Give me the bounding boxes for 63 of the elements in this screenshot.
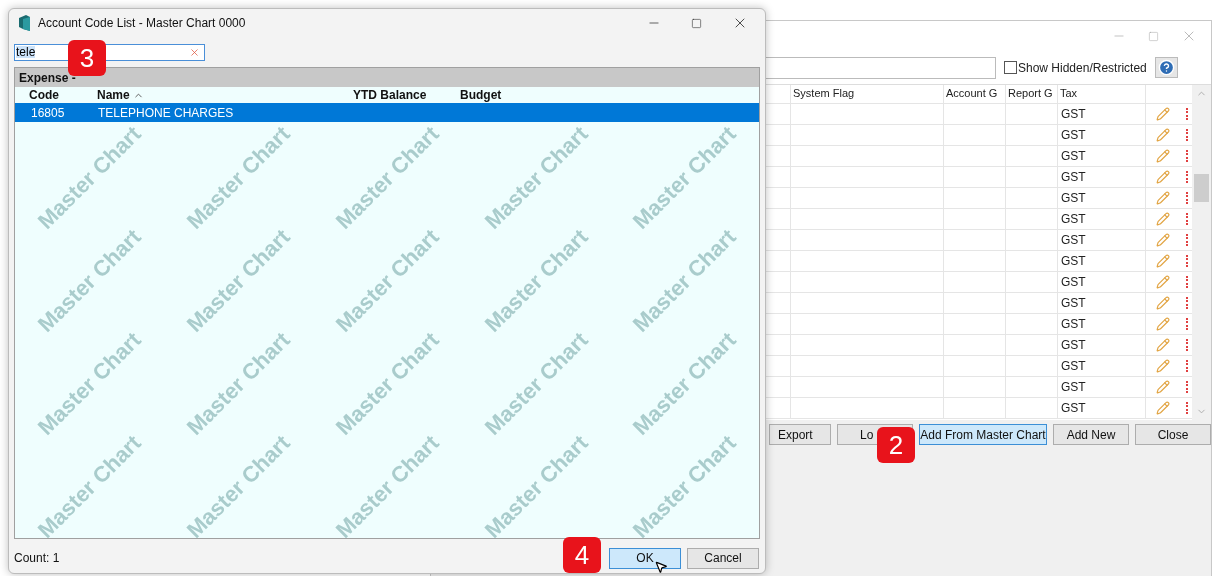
dialog-button[interactable]: OK xyxy=(609,547,681,569)
column-header[interactable]: Code xyxy=(29,86,59,104)
column-header[interactable]: Tax xyxy=(1058,85,1146,103)
pencil-icon[interactable] xyxy=(1156,233,1170,247)
dialog-button[interactable]: Cancel xyxy=(687,547,759,569)
step-tooltip: 3 xyxy=(68,40,106,76)
pencil-icon[interactable] xyxy=(1156,212,1170,226)
pencil-icon[interactable] xyxy=(1156,317,1170,331)
tax-cell-text: GST xyxy=(1061,295,1086,312)
pencil-icon[interactable] xyxy=(1156,296,1170,310)
dialog-button[interactable]: Add New xyxy=(1053,424,1129,445)
tax-cell-text: GST xyxy=(1061,379,1086,396)
tax-cell-text: GST xyxy=(1061,400,1086,417)
list-row[interactable]: 16805 TELEPHONE CHARGES xyxy=(15,103,759,122)
step-tooltip: 4 xyxy=(563,537,601,573)
tax-cell-text: GST xyxy=(1061,232,1086,249)
maximize-icon[interactable] xyxy=(1148,30,1159,42)
column-header[interactable]: YTD Balance xyxy=(353,86,427,104)
count-label: Count: 1 xyxy=(14,550,60,567)
scroll-thumb[interactable] xyxy=(1194,173,1209,202)
code-cell-text: 16805 xyxy=(30,104,66,122)
tax-cell-text: GST xyxy=(1061,127,1086,144)
checkbox-label: Show Hidden/Restricted xyxy=(1018,59,1147,77)
column-header[interactable]: Report G xyxy=(1006,85,1058,103)
pencil-icon[interactable] xyxy=(1156,107,1170,121)
tax-cell-text: GST xyxy=(1061,358,1086,375)
tax-cell-text: GST xyxy=(1061,148,1086,165)
tax-cell-text: GST xyxy=(1061,106,1086,123)
tax-cell-text: GST xyxy=(1061,274,1086,291)
tax-cell-text: GST xyxy=(1061,316,1086,333)
pencil-icon[interactable] xyxy=(1156,359,1170,373)
maximize-icon[interactable] xyxy=(691,17,702,29)
dialog-button[interactable]: Close xyxy=(1135,424,1211,445)
tax-cell-text: GST xyxy=(1061,190,1086,207)
app-logo-icon xyxy=(18,15,31,31)
dialog-button[interactable]: Add From Master Chart xyxy=(919,424,1047,445)
clear-icon[interactable] xyxy=(189,46,200,58)
pencil-icon[interactable] xyxy=(1156,401,1170,415)
column-header[interactable]: Account G xyxy=(944,85,1006,103)
tax-cell-text: GST xyxy=(1061,253,1086,270)
dialog-button[interactable]: Export xyxy=(769,424,831,445)
column-header[interactable]: Name xyxy=(97,86,130,104)
window-title: Account Code List - Master Chart 0000 xyxy=(38,15,246,32)
tax-cell-text: GST xyxy=(1061,211,1086,228)
column-header[interactable]: Budget xyxy=(460,86,502,104)
pencil-icon[interactable] xyxy=(1156,170,1170,184)
tax-cell-text: GST xyxy=(1061,337,1086,354)
group-header[interactable]: Expense - xyxy=(15,68,759,87)
column-header[interactable]: System Flag xyxy=(791,85,944,103)
pencil-icon[interactable] xyxy=(1156,128,1170,142)
tax-cell-text: GST xyxy=(1061,169,1086,186)
pencil-icon[interactable] xyxy=(1156,191,1170,205)
pencil-icon[interactable] xyxy=(1156,338,1170,352)
scrollbar[interactable] xyxy=(1192,85,1211,420)
step-tooltip: 2 xyxy=(877,427,915,463)
pencil-icon[interactable] xyxy=(1156,275,1170,289)
search-text: tele xyxy=(16,46,36,58)
help-button[interactable] xyxy=(1154,57,1178,78)
checkbox[interactable] xyxy=(1004,61,1017,74)
pencil-icon[interactable] xyxy=(1156,149,1170,163)
name-cell-text: TELEPHONE CHARGES xyxy=(97,104,234,122)
pencil-icon[interactable] xyxy=(1156,380,1170,394)
pencil-icon[interactable] xyxy=(1156,254,1170,268)
